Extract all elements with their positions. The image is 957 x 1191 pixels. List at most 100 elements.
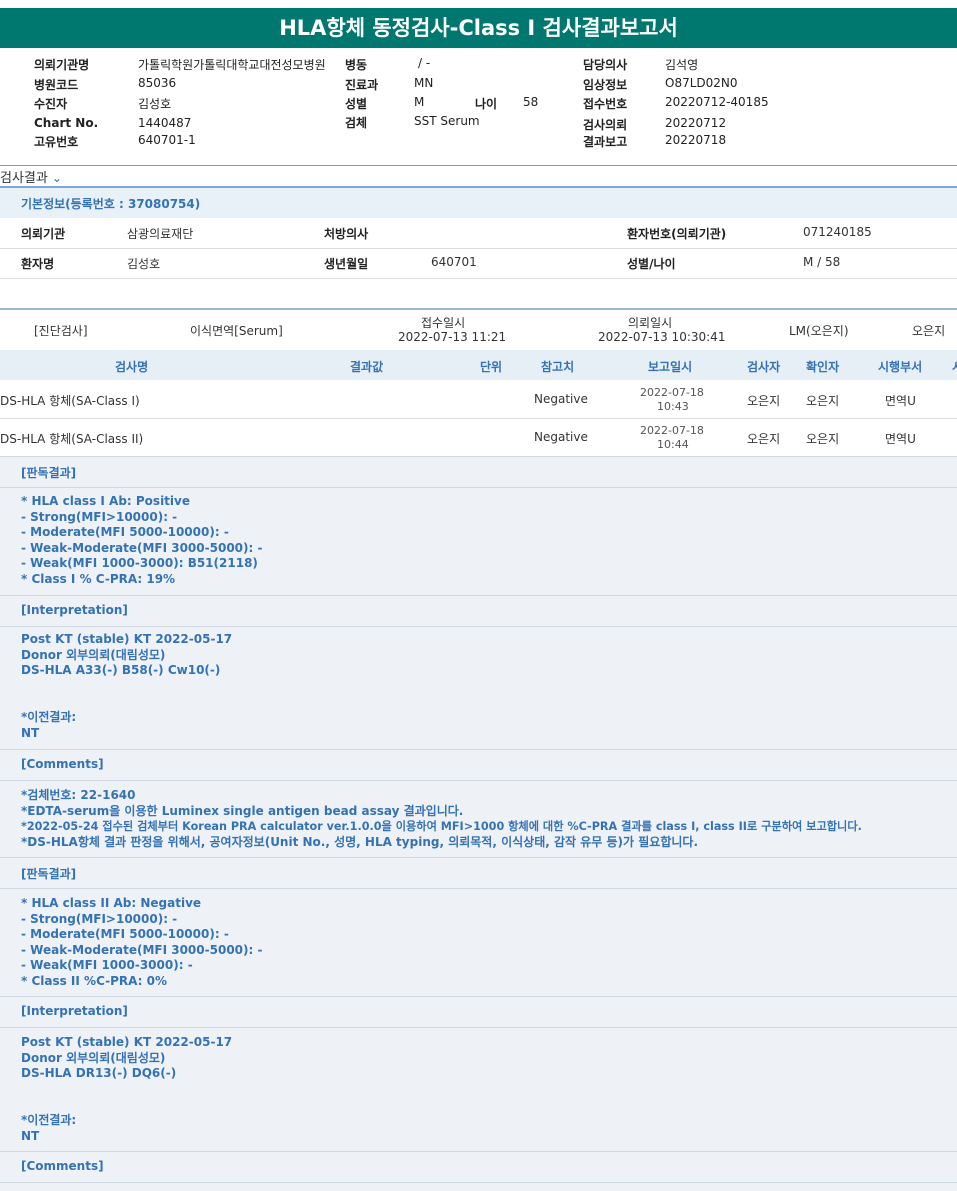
chart-no-value: 1440487 [138,116,192,130]
text-line: - Weak-Moderate(MFI 3000-5000): - [21,942,263,957]
doctor-label: 담당의사 [583,58,628,72]
interpretation1: Post KT (stable) KT 2022-05-17 Donor 외부의… [21,632,232,679]
sex-age-value: M / 58 [803,255,841,269]
order-person: 오은지 [912,324,946,338]
comments: *검체번호: 22-1640 *EDTA-serum을 이용한 Luminex … [21,788,862,850]
request-date-label: 검사의뢰 [583,118,628,132]
text-line: * HLA class I Ab: Positive [21,494,190,508]
requesting-org-value: 삼광의료재단 [127,227,194,241]
text-line: *검체번호: 22-1640 [21,788,136,802]
confirmer-name: 오은지 [806,432,840,446]
patient-value: 김성호 [138,97,172,111]
order-test-group: 이식면역[Serum] [190,324,283,338]
age-value: 58 [523,95,539,109]
text-line: - Moderate(MFI 5000-10000): - [21,525,229,540]
test-name: DS-HLA 항체(SA-Class II) [0,432,144,446]
text-line: NT [21,1128,40,1143]
text-line: *2022-05-24 접수된 검체부터 Korean PRA calculat… [21,820,862,834]
tester-name: 오은지 [747,394,781,408]
col-dept: 시행부서 [878,360,923,374]
chart-no-label: Chart No. [34,116,99,130]
table-row[interactable]: DS-HLA 항체(SA-Class I) Negative 2022-07-1… [0,381,957,419]
text-line: *EDTA-serum을 이용한 Luminex single antigen … [21,803,464,818]
remarks-heading: [Comments] [0,1151,957,1183]
col-result: 결과값 [350,360,384,374]
test-table-header: 검사명 결과값 단위 참고치 보고일시 검사자 확인자 시행부서 시 [0,350,957,380]
received-label: 접수일시 [421,316,466,330]
unique-no-label: 고유번호 [34,135,79,149]
report-date: 2022-07-18 [640,424,704,437]
specimen-label: 검체 [345,116,368,130]
basic-info-row: 의뢰기관 삼광의료재단 처방의사 환자번호(의뢰기관) 071240185 [0,218,957,249]
patient-no-value: 071240185 [803,225,872,239]
order-row: [진단검사] 이식면역[Serum] 접수일시 2022-07-13 11:21… [0,308,957,352]
text-line: *이전결과: [21,710,77,724]
header-divider [0,165,957,166]
text-line: Donor 외부의뢰(대림성모) [21,647,166,662]
requesting-org-label: 의뢰기관 [21,227,66,241]
ward-value: / - [418,56,431,70]
text-line: * Class II %C-PRA: 0% [21,973,168,988]
ward-label: 병동 [345,58,368,72]
patient-name-value: 김성호 [127,257,161,271]
test-reference: Negative [534,392,588,406]
col-confirmer: 확인자 [806,360,840,374]
text-line: - Strong(MFI>10000): - [21,509,178,524]
tester-name: 오은지 [747,432,781,446]
sex-value: M [414,95,425,109]
previous-result2: *이전결과: NT [21,1113,76,1144]
receipt-no-value: 20220712-40185 [665,95,769,109]
patient-label: 수진자 [34,97,68,111]
remarks-section: [판독결과] * HLA class I Ab: Positive - Stro… [0,456,957,1191]
birthdate-label: 생년월일 [324,257,369,271]
text-line: Post KT (stable) KT 2022-05-17 [21,632,233,646]
department-value: MN [414,76,434,90]
hospital-code-label: 병원코드 [34,78,79,92]
requested-value: 2022-07-13 10:30:41 [598,330,726,344]
report-date-label: 결과보고 [583,135,628,149]
doctor-value: 김석영 [665,58,699,72]
patient-no-label: 환자번호(의뢰기관) [627,227,727,241]
lm-person: LM(오은지) [789,324,849,338]
text-line: * HLA class II Ab: Negative [21,896,202,910]
hospital-name-label: 의뢰기관명 [34,58,90,72]
receipt-no-label: 접수번호 [583,97,628,111]
result-section-toggle[interactable]: 검사결과 ⌄ [0,167,62,186]
test-reference: Negative [534,430,588,444]
requested-label: 의뢰일시 [628,316,673,330]
basic-info-panel: 기본정보(등록번호 : 37080754) 의뢰기관 삼광의료재단 처방의사 환… [0,186,957,279]
text-line: Donor 외부의뢰(대림성모) [21,1050,166,1065]
unique-no-value: 640701-1 [138,133,196,147]
remarks-heading: [Interpretation] [0,996,957,1028]
basic-info-row: 환자명 김성호 생년월일 640701 성별/나이 M / 58 [0,248,957,279]
text-line: *DS-HLA항체 결과 판정을 위해서, 공여자정보(Unit No., 성명… [21,834,698,849]
text-line: - Weak(MFI 1000-3000): - [21,958,193,973]
basic-info-header: 기본정보(등록번호 : 37080754) [0,186,957,218]
patient-name-label: 환자명 [21,257,55,271]
dept-name: 면역U [885,432,916,446]
text-line: - Moderate(MFI 5000-10000): - [21,927,229,942]
hospital-code-value: 85036 [138,76,177,90]
text-line: - Weak-Moderate(MFI 3000-5000): - [21,540,263,555]
col-unit: 단위 [480,360,503,374]
birthdate-value: 640701 [431,255,477,269]
report-date: 2022-07-18 [640,386,704,399]
remarks-heading-text: [Interpretation] [21,603,128,617]
remarks-heading-text: [판독결과] [21,466,77,480]
text-line: Post KT (stable) KT 2022-05-17 [21,1035,233,1049]
dept-name: 면역U [885,394,916,408]
remarks-heading: [Interpretation] [0,595,957,627]
text-line: *이전결과: [21,1113,77,1127]
order-category: [진단검사] [34,324,88,338]
basic-info-title: 기본정보(등록번호 : 37080754) [21,197,201,211]
clinical-info-label: 임상정보 [583,78,628,92]
department-label: 진료과 [345,78,379,92]
sex-age-label: 성별/나이 [627,257,676,271]
remarks-heading-text: [Interpretation] [21,1004,128,1018]
text-line: - Weak(MFI 1000-3000): B51(2118) [21,556,258,571]
previous-result1: *이전결과: NT [21,710,76,741]
confirmer-name: 오은지 [806,394,840,408]
table-row[interactable]: DS-HLA 항체(SA-Class II) Negative 2022-07-… [0,419,957,457]
clinical-info-value: O87LD02N0 [665,76,738,90]
remarks-heading-text: [Comments] [21,1159,104,1173]
